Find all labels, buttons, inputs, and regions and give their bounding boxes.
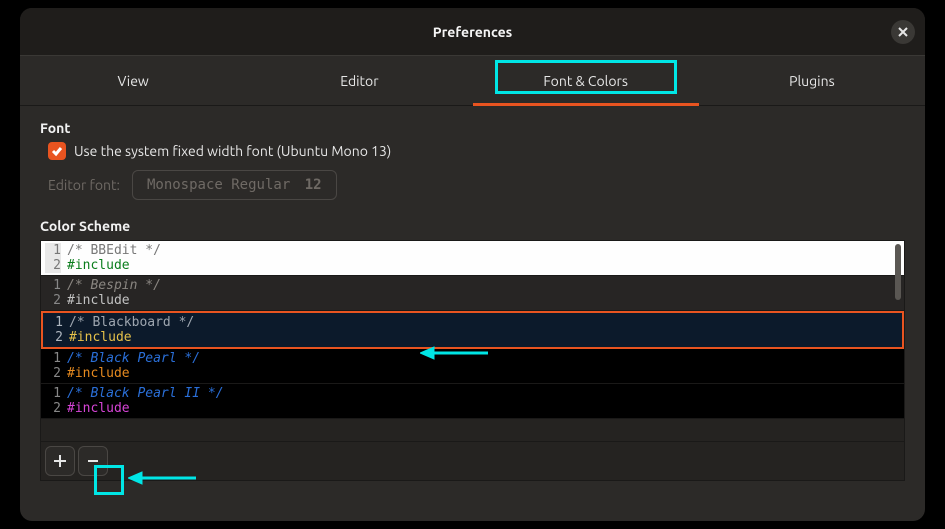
editor-font-row: Editor font: Monospace Regular 12 (48, 170, 905, 200)
scheme-item-black-pearl[interactable]: 1/* Black Pearl */2#include (41, 349, 904, 384)
window-title: Preferences (433, 24, 513, 40)
titlebar: Preferences (20, 8, 925, 56)
editor-font-name: Monospace Regular (147, 177, 290, 193)
scheme-item-bbedit[interactable]: 1/* BBEdit */2#include (41, 241, 904, 276)
editor-font-button[interactable]: Monospace Regular 12 (132, 170, 337, 200)
close-icon (898, 27, 908, 37)
content-area: Font Use the system fixed width font (Ub… (20, 106, 925, 481)
tab-bar: View Editor Font & Colors Plugins (20, 56, 925, 106)
minus-icon (86, 454, 100, 468)
scheme-item-black-pearl-ii[interactable]: 1/* Black Pearl II */2#include (41, 384, 904, 419)
use-system-font-label: Use the system fixed width font (Ubuntu … (74, 143, 391, 159)
use-system-font-row[interactable]: Use the system fixed width font (Ubuntu … (48, 142, 905, 160)
tab-editor[interactable]: Editor (246, 56, 472, 105)
close-button[interactable] (891, 20, 915, 44)
check-icon (51, 145, 63, 157)
font-heading: Font (40, 120, 905, 136)
editor-font-label: Editor font: (48, 177, 120, 193)
color-scheme-list[interactable]: 1/* BBEdit */2#include 1/* Bespin */2#in… (40, 240, 905, 442)
tab-font-colors[interactable]: Font & Colors (473, 56, 699, 105)
use-system-font-checkbox[interactable] (48, 142, 66, 160)
scrollbar-thumb[interactable] (895, 244, 901, 300)
remove-scheme-button[interactable] (78, 446, 108, 476)
scheme-toolbar (40, 442, 905, 481)
tab-view[interactable]: View (20, 56, 246, 105)
scheme-item-bespin[interactable]: 1/* Bespin */2#include (41, 276, 904, 311)
scheme-item-blackboard[interactable]: 1/* Blackboard */2#include (41, 311, 904, 349)
tab-plugins[interactable]: Plugins (699, 56, 925, 105)
plus-icon (53, 454, 67, 468)
editor-font-size: 12 (305, 177, 322, 193)
preferences-window: Preferences View Editor Font & Colors Pl… (20, 8, 925, 521)
add-scheme-button[interactable] (45, 446, 75, 476)
color-scheme-heading: Color Scheme (40, 218, 905, 234)
